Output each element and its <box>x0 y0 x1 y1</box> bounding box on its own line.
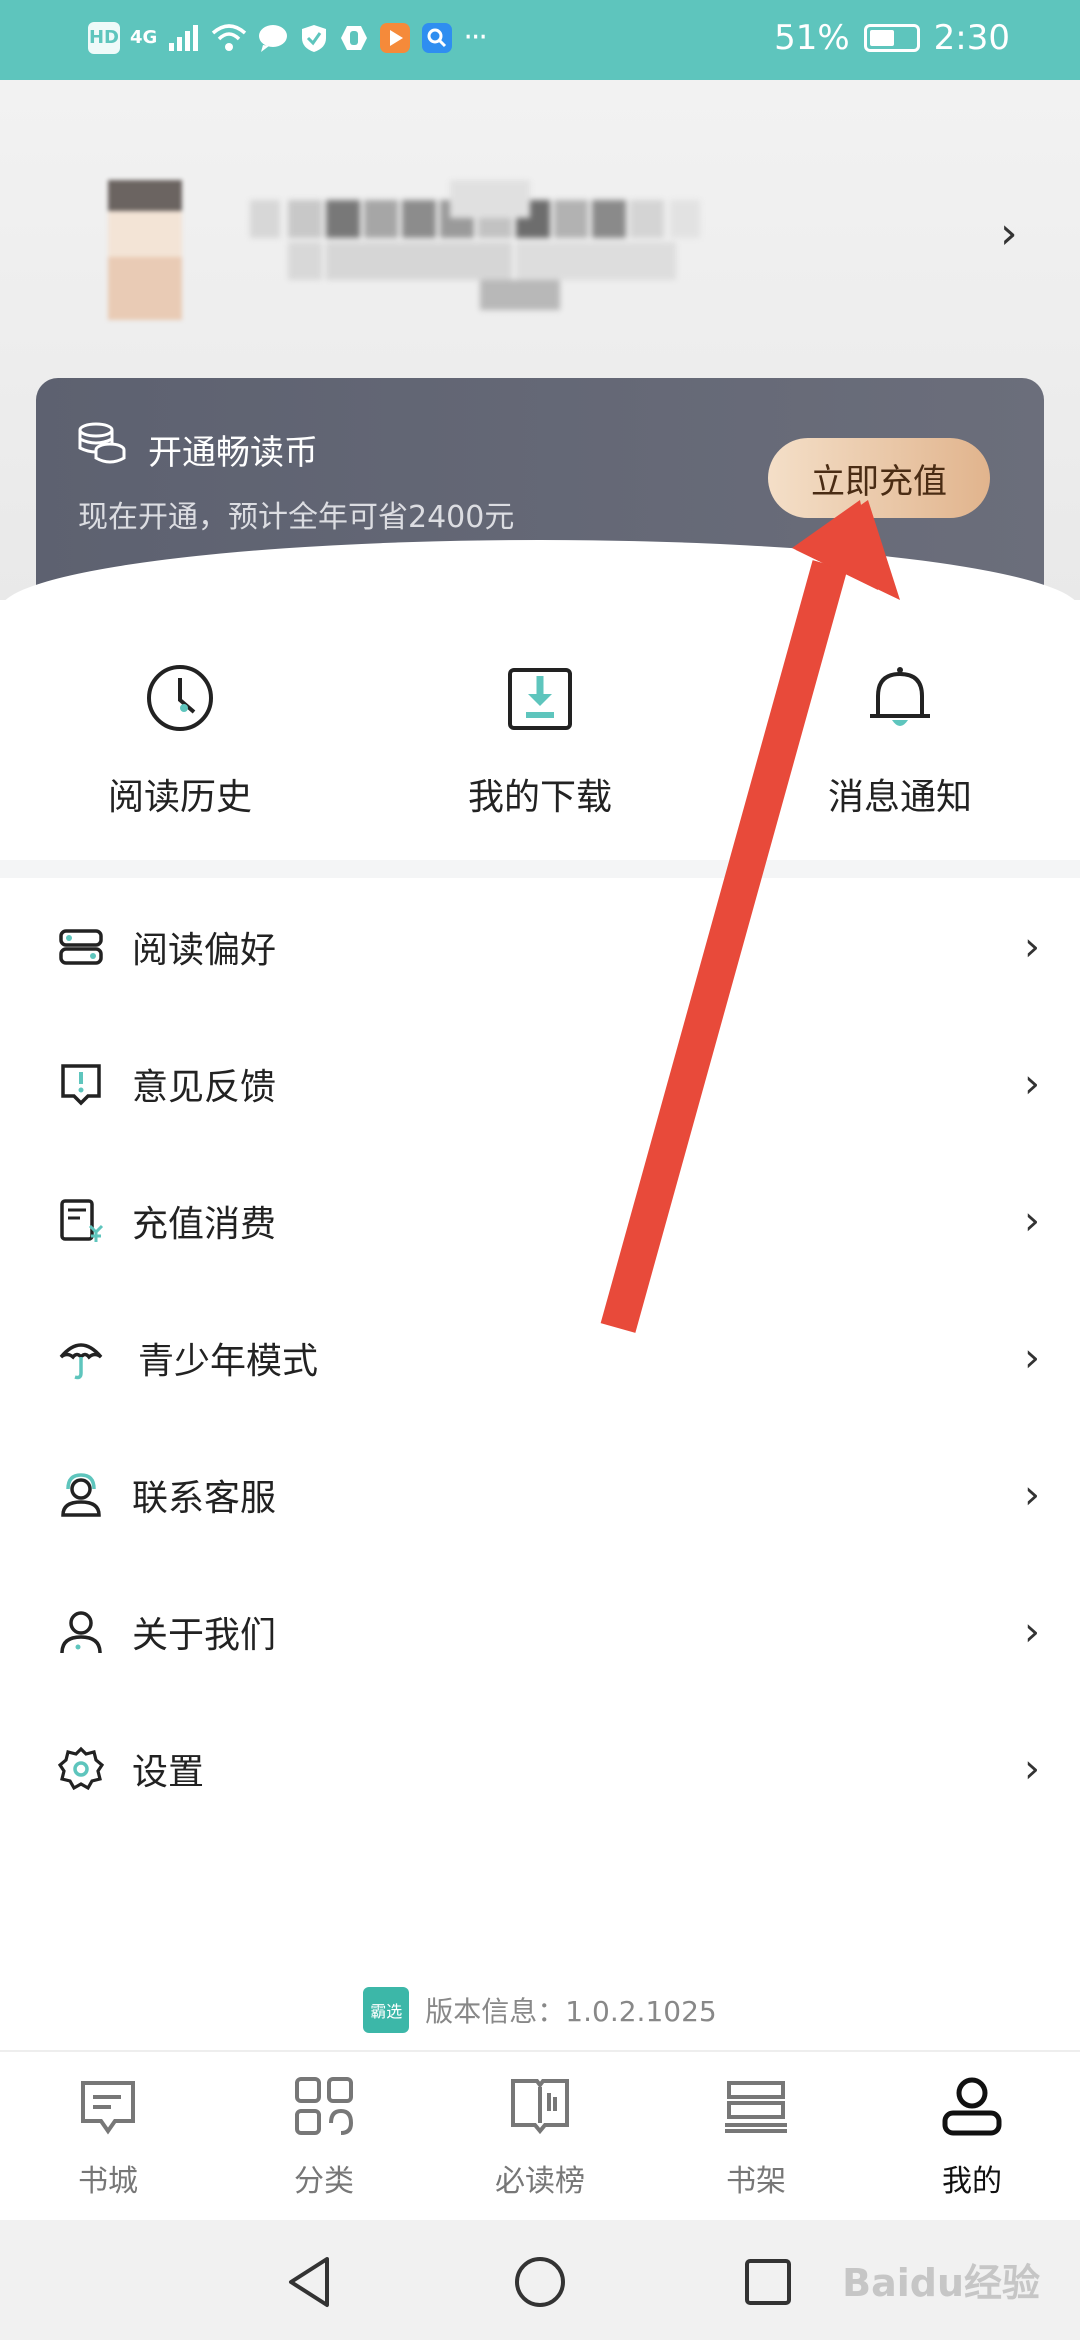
profile-chevron-icon[interactable]: › <box>1000 208 1018 259</box>
back-triangle-icon <box>289 2257 329 2307</box>
quick-actions: 阅读历史 我的下载 消息通知 <box>0 600 1080 860</box>
app-logo: 霸选 <box>363 1987 410 2033</box>
nav-home-button[interactable] <box>510 2252 570 2312</box>
gear-icon <box>58 1746 104 1790</box>
baidu-watermark: Baidu经验 <box>842 2261 1040 2305</box>
book-city-icon <box>81 2081 135 2135</box>
umbrella-icon <box>59 1342 103 1379</box>
quick-action-label: 消息通知 <box>827 777 972 818</box>
menu-item-feedback[interactable]: 意见反馈 › <box>0 1015 1080 1152</box>
menu-item-teen-mode[interactable]: 青少年模式 › <box>0 1289 1080 1426</box>
bell-icon <box>870 667 930 726</box>
menu-item-label: 青少年模式 <box>138 1340 319 1382</box>
chevron-right-icon: › <box>1024 1608 1040 1655</box>
battery-icon <box>863 24 920 52</box>
menu-item-recharge-consumption[interactable]: 充值消费 › <box>0 1152 1080 1289</box>
hand-icon <box>341 25 368 50</box>
avatar[interactable] <box>108 180 182 320</box>
tab-bookshelf[interactable]: 书架 <box>676 2068 836 2200</box>
clock-icon <box>147 665 213 731</box>
chevron-right-icon: › <box>1024 1060 1040 1107</box>
username-blurred <box>250 150 720 320</box>
bottom-tab-bar: 书城 分类 必读榜 书架 我的 <box>0 2050 1080 2220</box>
reading-preference-icon <box>59 928 103 965</box>
section-divider <box>0 860 1080 878</box>
more-icon: ··· <box>463 20 488 55</box>
network-label: 4G <box>130 27 158 48</box>
chat-bubble-icon <box>259 24 288 52</box>
status-icons-right: 51% 2:30 <box>774 18 1010 58</box>
nav-recents-button[interactable] <box>738 2252 798 2312</box>
vip-title: 开通畅读币 <box>148 433 318 473</box>
menu-item-reading-preference[interactable]: 阅读偏好 › <box>0 878 1080 1015</box>
tab-label: 书架 <box>726 2164 786 2199</box>
status-bar: HD 4G ··· 51% 2:30 <box>0 0 1080 80</box>
quick-action-reading-history[interactable]: 阅读历史 <box>70 660 290 820</box>
recents-square-icon <box>745 2259 791 2305</box>
settings-menu: 阅读偏好 › 意见反馈 › 充值消费 › 青少年模式 › 联系客服 › 关于我们… <box>0 878 1080 1837</box>
chevron-right-icon: › <box>1024 1334 1040 1381</box>
search-app-icon <box>422 22 453 53</box>
profile-icon <box>942 2077 1002 2136</box>
coins-icon <box>78 422 126 464</box>
tab-ranking[interactable]: 必读榜 <box>460 2068 620 2200</box>
chevron-right-icon: › <box>1024 1745 1040 1792</box>
menu-item-customer-service[interactable]: 联系客服 › <box>0 1426 1080 1563</box>
chevron-right-icon: › <box>1024 923 1040 970</box>
shield-icon <box>302 24 327 52</box>
ranking-icon <box>511 2079 569 2135</box>
menu-item-about-us[interactable]: 关于我们 › <box>0 1563 1080 1700</box>
battery-percent: 51% <box>774 18 850 58</box>
nav-back-button[interactable] <box>280 2252 340 2312</box>
menu-item-label: 充值消费 <box>132 1203 277 1245</box>
menu-item-label: 阅读偏好 <box>132 929 277 971</box>
recharge-now-button[interactable]: 立即充值 <box>768 438 990 518</box>
wifi-icon <box>212 23 247 51</box>
tab-label: 必读榜 <box>495 2164 585 2199</box>
chevron-right-icon: › <box>1024 1471 1040 1518</box>
category-icon <box>295 2077 354 2135</box>
quick-action-label: 阅读历史 <box>107 777 252 818</box>
vip-subtitle: 现在开通，预计全年可省2400元 <box>78 500 515 535</box>
menu-item-label: 联系客服 <box>132 1477 277 1519</box>
person-icon <box>60 1610 102 1653</box>
video-app-icon <box>380 22 411 53</box>
bookshelf-icon <box>725 2081 787 2133</box>
menu-item-label: 意见反馈 <box>132 1066 277 1108</box>
menu-item-label: 设置 <box>132 1751 205 1793</box>
quick-action-label: 我的下载 <box>467 777 612 818</box>
tab-book-city[interactable]: 书城 <box>28 2068 188 2200</box>
download-icon <box>508 668 572 730</box>
signal-icon <box>169 24 199 51</box>
chevron-right-icon: › <box>1024 1197 1040 1244</box>
home-circle-icon <box>515 2257 565 2307</box>
quick-action-notifications[interactable]: 消息通知 <box>790 660 1010 820</box>
hd-icon: HD <box>88 21 120 54</box>
quick-action-my-downloads[interactable]: 我的下载 <box>430 660 650 820</box>
menu-item-settings[interactable]: 设置 › <box>0 1700 1080 1837</box>
menu-item-label: 关于我们 <box>132 1614 277 1656</box>
status-icons-left: HD 4G ··· <box>88 20 488 55</box>
bill-icon <box>60 1198 104 1242</box>
customer-service-icon <box>61 1472 101 1517</box>
version-text: 版本信息：1.0.2.1025 <box>425 1995 717 2028</box>
tab-category[interactable]: 分类 <box>244 2068 404 2200</box>
tab-label: 我的 <box>942 2164 1002 2199</box>
tab-profile[interactable]: 我的 <box>892 2068 1052 2200</box>
tab-label: 分类 <box>294 2164 354 2199</box>
clock-time: 2:30 <box>933 18 1010 58</box>
tab-label: 书城 <box>78 2164 138 2199</box>
feedback-icon <box>61 1063 101 1105</box>
version-info: 霸选 版本信息：1.0.2.1025 <box>0 1987 1080 2033</box>
